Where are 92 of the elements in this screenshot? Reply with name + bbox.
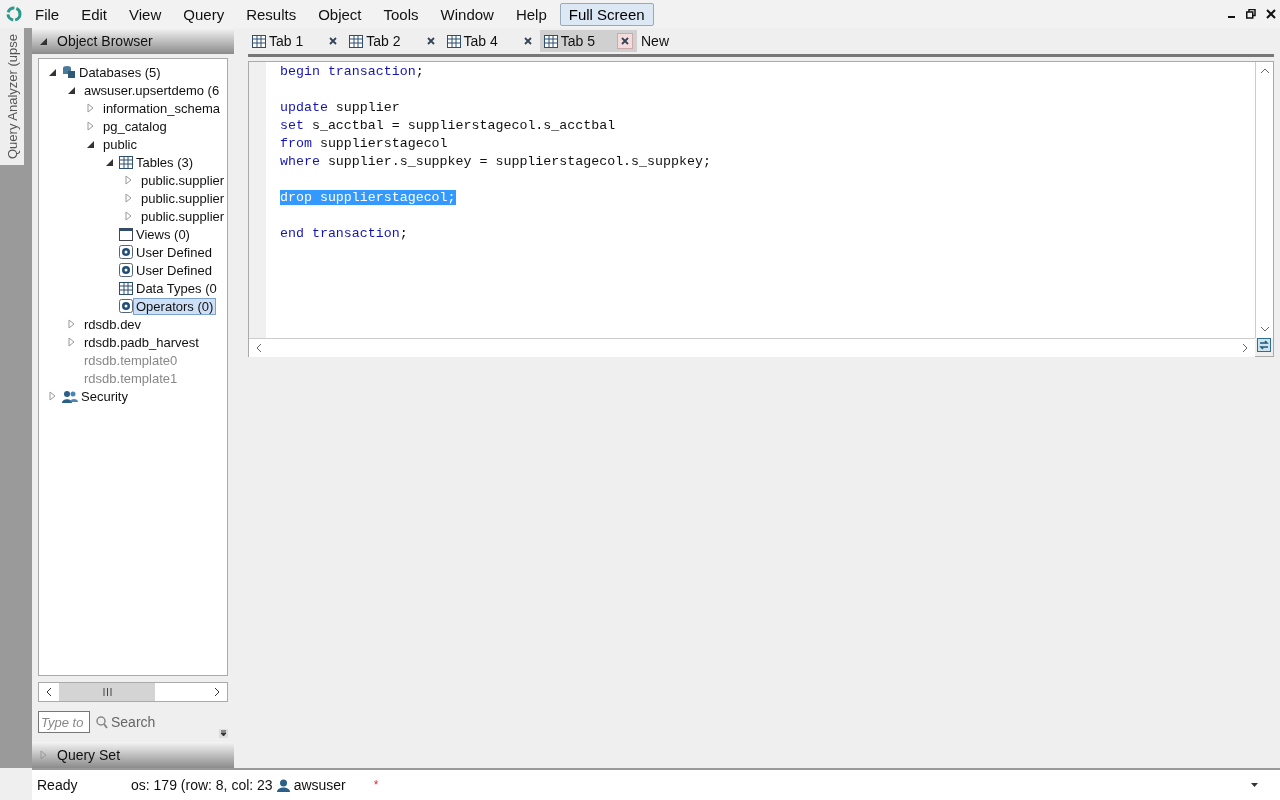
window-icon <box>119 227 133 241</box>
close-icon <box>329 37 338 45</box>
split-icon[interactable] <box>1257 338 1271 352</box>
left-chevron-icon[interactable] <box>46 687 52 697</box>
table-icon <box>119 281 133 295</box>
panel-header[interactable]: Object Browser <box>32 28 234 54</box>
menu-item[interactable]: Tools <box>374 2 428 26</box>
dropdown-caret-icon[interactable] <box>1251 783 1258 787</box>
panel-title: Object Browser <box>57 33 153 49</box>
status-text: Ready <box>37 777 79 793</box>
menu-item[interactable]: Window <box>431 2 503 26</box>
tree-item[interactable]: Data Types (0 <box>133 279 220 297</box>
expanded-arrow-icon[interactable] <box>87 140 94 148</box>
panel-header[interactable]: Query Set <box>32 742 234 768</box>
expanded-arrow-icon[interactable] <box>40 37 47 45</box>
code-editor[interactable]: begin transaction; update supplier set s_acctbal = supplierstagecol.s_acctbal from supplierstagecol where supplier.s_suppkey = supplierstagecol.s_suppkey; drop supplierstagecol; end transaction; <box>248 61 1274 357</box>
tree-item[interactable]: public.supplier <box>138 189 227 207</box>
expanded-arrow-icon[interactable] <box>106 158 113 166</box>
tab-label: Tab 2 <box>366 33 401 49</box>
menu-item[interactable]: Help <box>506 2 556 26</box>
panel-title: Query Set <box>57 747 121 763</box>
tree-item[interactable]: awsuser.upsertdemo (6 <box>81 81 223 99</box>
tree-item[interactable]: Views (0) <box>133 225 193 243</box>
expanded-arrow-icon[interactable] <box>68 86 75 94</box>
table-icon <box>446 34 461 48</box>
gear-icon <box>119 245 133 259</box>
horizontal-scrollbar[interactable] <box>38 682 228 702</box>
filter-field[interactable]: Type to <box>38 711 90 733</box>
code-line: end transaction; <box>280 225 408 241</box>
user-icon <box>276 778 290 792</box>
horizontal-scrollbar[interactable] <box>249 338 1255 357</box>
tree-item[interactable]: pg_catalog <box>100 117 170 135</box>
right-chevron-icon[interactable] <box>214 687 220 697</box>
close-icon[interactable] <box>1266 9 1276 19</box>
tree-item[interactable]: Operators (0) <box>133 297 217 315</box>
tree-item[interactable]: Databases (5) <box>76 63 164 81</box>
tree-item[interactable]: User Defined <box>133 261 215 279</box>
table-icon <box>252 34 266 48</box>
tree-item[interactable]: Tables (3) <box>133 153 197 171</box>
side-tab[interactable]: Query Analyzer (upse <box>0 28 24 165</box>
search-icon <box>96 715 108 729</box>
table-icon <box>543 34 558 48</box>
gear-icon <box>119 299 133 313</box>
tab[interactable]: Tab 2 <box>345 30 443 52</box>
database-icon <box>62 65 76 79</box>
right-chevron-icon[interactable] <box>1242 343 1248 353</box>
code-line: set s_acctbal = supplierstagecol.s_acctbal <box>280 117 616 133</box>
search-button[interactable]: Search <box>96 714 156 730</box>
close-icon <box>621 37 629 45</box>
menu-item[interactable]: File <box>26 2 69 26</box>
table-icon <box>349 34 364 48</box>
code-line: where supplier.s_suppkey = supplierstagecol.s_suppkey; <box>280 153 711 169</box>
table-icon <box>119 155 133 169</box>
modified-indicator: * <box>373 778 379 792</box>
code-line: update supplier <box>280 99 400 115</box>
users-icon <box>62 389 78 403</box>
tab[interactable]: Tab 1 <box>248 30 346 52</box>
tab-label: Tab 4 <box>463 33 498 49</box>
code-line: from supplierstagecol <box>280 135 448 151</box>
menu-item[interactable]: Results <box>237 2 306 26</box>
tree-item[interactable]: User Defined <box>133 243 215 261</box>
grip-icon[interactable] <box>102 688 112 696</box>
tree-item[interactable]: Security <box>78 387 131 405</box>
tab[interactable]: Tab 5 <box>539 30 637 52</box>
close-icon <box>523 37 532 45</box>
tab-close-button[interactable] <box>617 33 633 49</box>
gear-icon <box>119 263 133 277</box>
tab-label: Tab 5 <box>560 33 595 49</box>
tree-item[interactable]: public.supplier <box>138 171 227 189</box>
app-logo-icon <box>6 6 22 22</box>
menu-item[interactable]: Query <box>174 2 234 26</box>
tree-item[interactable]: rdsdb.padb_harvest <box>81 333 202 351</box>
tree-item[interactable]: public <box>100 135 140 153</box>
dropdown-icon[interactable] <box>219 729 228 738</box>
tab[interactable]: Tab 4 <box>442 30 540 52</box>
tree-item[interactable]: rdsdb.dev <box>81 315 145 333</box>
cursor-position: os: 179 (row: 8, col: 23 <box>131 777 273 793</box>
tab-label: Tab 1 <box>269 33 304 49</box>
left-chevron-icon[interactable] <box>256 343 262 353</box>
menu-item[interactable]: View <box>120 2 171 26</box>
restore-icon[interactable] <box>1246 9 1256 19</box>
menu-item[interactable]: Object <box>309 2 371 26</box>
collapsed-arrow-icon[interactable] <box>49 391 56 401</box>
new-tab[interactable]: New <box>637 30 673 52</box>
user-name: awsuser <box>293 777 346 793</box>
close-icon <box>426 37 435 45</box>
tree-item[interactable]: information_schema <box>100 99 224 117</box>
menu-item[interactable]: Edit <box>72 2 117 26</box>
expanded-arrow-icon[interactable] <box>49 68 56 76</box>
tree-item[interactable]: public.supplier <box>138 207 227 225</box>
code-line: begin transaction; <box>280 63 424 79</box>
full-screen-button[interactable]: Full Screen <box>559 2 654 26</box>
